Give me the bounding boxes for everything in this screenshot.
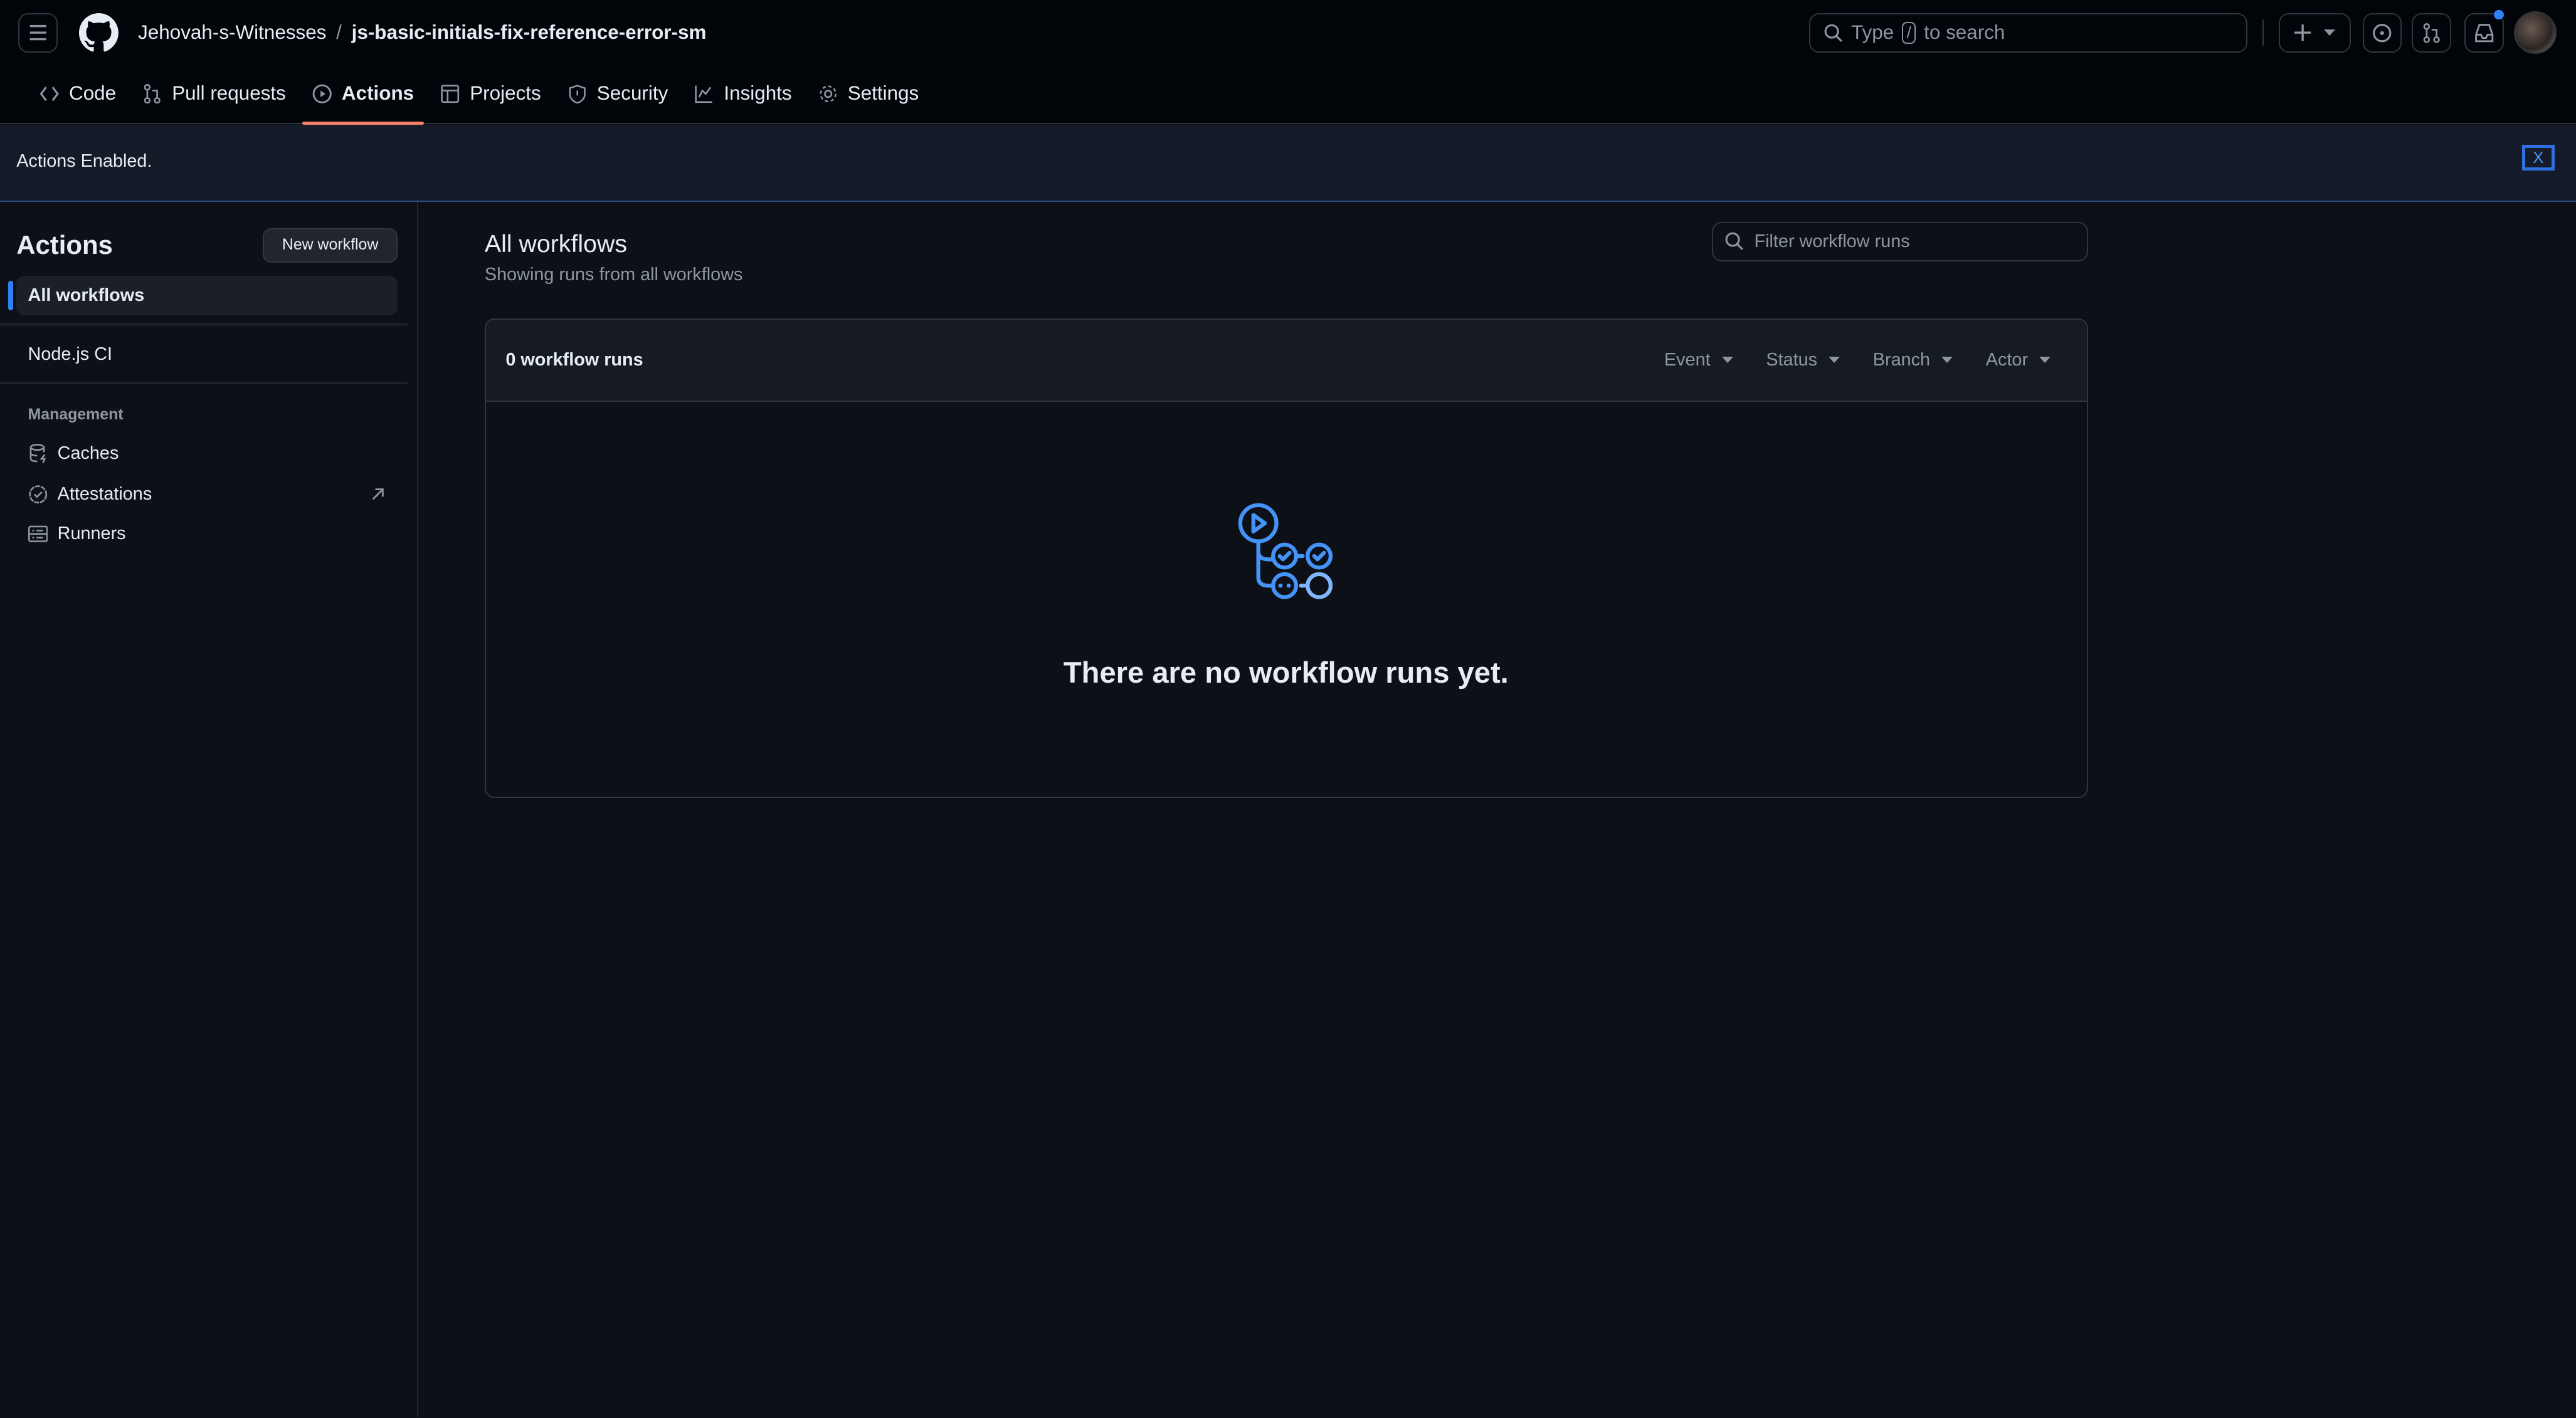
- filter-label: Actor: [1985, 349, 2029, 370]
- link-external-icon: [372, 488, 384, 500]
- chevron-down-icon: [1829, 357, 1840, 363]
- pull-requests-button[interactable]: [2412, 13, 2452, 53]
- table-icon: [441, 84, 460, 103]
- global-search[interactable]: Type / to search: [1808, 13, 2248, 53]
- filter-placeholder: Filter workflow runs: [1754, 231, 1910, 251]
- repo-nav: Code Pull requests Actions Projects Secu…: [26, 79, 932, 125]
- play-icon: [312, 84, 332, 103]
- runs-header: 0 workflow runs Event Status Branch Acto…: [485, 320, 2087, 402]
- tab-code[interactable]: Code: [26, 79, 129, 108]
- code-icon: [40, 86, 59, 101]
- flash-banner: Actions Enabled. X: [0, 125, 2576, 202]
- event-filter[interactable]: Event: [1664, 350, 1733, 370]
- sidebar-item-nodejs-ci[interactable]: Node.js CI: [16, 335, 398, 374]
- git-pull-request-icon: [144, 83, 161, 104]
- tab-insights[interactable]: Insights: [681, 79, 805, 108]
- server-icon: [28, 525, 48, 542]
- workflow-illustration-icon: [1235, 500, 1341, 606]
- actor-filter[interactable]: Actor: [1986, 350, 2051, 370]
- graph-icon: [695, 85, 713, 103]
- tab-label: Settings: [847, 82, 919, 105]
- breadcrumb-separator: /: [336, 21, 342, 44]
- sidebar-title: Actions: [16, 229, 113, 260]
- filter-label: Status: [1766, 349, 1818, 370]
- owner-link[interactable]: Jehovah-s-Witnesses: [138, 21, 326, 44]
- filter-label: Event: [1664, 349, 1711, 370]
- tab-settings[interactable]: Settings: [805, 79, 932, 108]
- breadcrumb: Jehovah-s-Witnesses / js-basic-initials-…: [138, 21, 706, 44]
- chevron-down-icon: [2039, 357, 2051, 363]
- gear-icon: [819, 85, 837, 102]
- banner-message: Actions Enabled.: [16, 151, 152, 172]
- page-subtitle: Showing runs from all workflows: [484, 264, 743, 285]
- header-divider: [2262, 19, 2264, 46]
- empty-state-message: There are no workflow runs yet.: [1063, 655, 1509, 689]
- close-banner-button[interactable]: X: [2521, 144, 2555, 171]
- tab-label: Projects: [470, 82, 541, 105]
- chevron-down-icon: [1721, 357, 1733, 363]
- sidebar-item-all-workflows[interactable]: All workflows: [16, 276, 398, 316]
- github-mark-icon: [78, 13, 119, 52]
- tab-label: Security: [596, 82, 668, 105]
- status-filter[interactable]: Status: [1766, 350, 1840, 370]
- hamburger-icon: [29, 25, 46, 41]
- sidebar-item-label: Attestations: [57, 484, 152, 505]
- filter-workflow-runs-input[interactable]: Filter workflow runs: [1712, 221, 2088, 261]
- filter-label: Branch: [1872, 349, 1931, 370]
- tab-label: Insights: [724, 82, 792, 105]
- github-logo[interactable]: [78, 13, 119, 53]
- tab-label: Code: [69, 82, 117, 105]
- tab-pull-requests[interactable]: Pull requests: [129, 79, 299, 108]
- branch-filter[interactable]: Branch: [1873, 350, 1953, 370]
- sidebar-item-label: Caches: [57, 443, 119, 463]
- create-new-button[interactable]: [2278, 13, 2352, 53]
- shield-icon: [569, 84, 586, 104]
- sidebar: Actions New workflow All workflows Node.…: [0, 202, 419, 1418]
- search-icon: [1725, 232, 1744, 251]
- tab-security[interactable]: Security: [554, 79, 682, 108]
- global-header: Jehovah-s-Witnesses / js-basic-initials-…: [0, 0, 2576, 125]
- database-icon: [29, 444, 46, 463]
- avatar[interactable]: [2513, 11, 2557, 55]
- active-indicator: [8, 281, 13, 311]
- sidebar-item-attestations[interactable]: Attestations: [16, 475, 398, 514]
- git-pull-request-icon: [2423, 23, 2440, 43]
- tab-projects[interactable]: Projects: [427, 79, 554, 108]
- chevron-down-icon: [1941, 357, 1953, 363]
- search-shortcut-key: /: [1902, 21, 1916, 45]
- menu-button[interactable]: [18, 13, 58, 53]
- search-icon: [1824, 24, 1842, 42]
- plus-icon: [2294, 24, 2311, 41]
- issues-button[interactable]: [2362, 13, 2402, 53]
- sidebar-item-runners[interactable]: Runners: [16, 514, 398, 554]
- issue-opened-icon: [2373, 23, 2392, 43]
- tab-label: Pull requests: [172, 82, 286, 105]
- search-prefix: Type: [1851, 21, 1894, 44]
- close-icon: X: [2533, 147, 2544, 167]
- tab-actions[interactable]: Actions: [299, 79, 427, 125]
- inbox-icon: [2474, 23, 2493, 42]
- new-workflow-button[interactable]: New workflow: [263, 228, 398, 263]
- tab-label: Actions: [341, 82, 414, 105]
- page-title: All workflows: [484, 229, 627, 258]
- management-heading: Management: [28, 406, 124, 424]
- search-suffix: to search: [1924, 21, 2005, 44]
- chevron-down-icon: [2324, 29, 2336, 36]
- workflow-runs-panel: 0 workflow runs Event Status Branch Acto…: [484, 318, 2088, 799]
- verified-icon: [28, 485, 47, 504]
- repo-link[interactable]: js-basic-initials-fix-reference-error-sm: [352, 21, 707, 44]
- runs-count: 0 workflow runs: [505, 349, 643, 370]
- sidebar-item-caches[interactable]: Caches: [16, 434, 398, 473]
- sidebar-item-label: Runners: [57, 523, 126, 544]
